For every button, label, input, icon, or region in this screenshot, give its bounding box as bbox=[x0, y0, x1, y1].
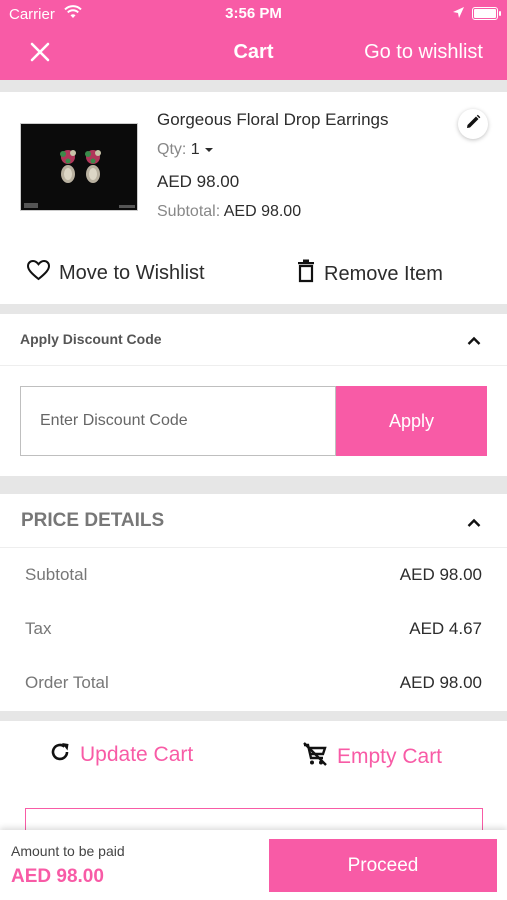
move-to-wishlist-label: Move to Wishlist bbox=[59, 261, 205, 284]
chevron-up-icon[interactable] bbox=[467, 333, 481, 351]
apply-discount-button[interactable]: Apply bbox=[336, 386, 487, 456]
clock: 3:56 PM bbox=[225, 5, 282, 22]
caret-down-icon bbox=[204, 141, 214, 158]
cart-item: Gorgeous Floral Drop Earrings Qty: 1 AED… bbox=[0, 92, 507, 304]
price-row-subtotal: Subtotal AED 98.00 bbox=[0, 548, 507, 602]
empty-cart-button[interactable]: Empty Cart bbox=[302, 741, 442, 773]
subtotal-label: Subtotal: bbox=[157, 203, 221, 220]
product-name[interactable]: Gorgeous Floral Drop Earrings bbox=[157, 110, 388, 130]
remove-item-label: Remove Item bbox=[324, 262, 443, 285]
remove-item-button[interactable]: Remove Item bbox=[296, 259, 443, 289]
amount-label: Amount to be paid bbox=[11, 843, 125, 859]
refresh-icon bbox=[49, 741, 80, 769]
price-row-order-total: Order Total AED 98.00 bbox=[0, 656, 507, 710]
location-arrow-icon bbox=[452, 6, 465, 23]
product-price: AED 98.00 bbox=[157, 172, 240, 191]
cart-remove-icon bbox=[302, 741, 337, 773]
price-details-header[interactable]: PRICE DETAILS bbox=[0, 494, 507, 548]
heart-icon bbox=[26, 259, 59, 287]
amount-value: AED 98.00 bbox=[11, 866, 104, 887]
go-to-wishlist-link[interactable]: Go to wishlist bbox=[364, 41, 483, 64]
qty-label: Qty: bbox=[157, 141, 187, 158]
divider bbox=[0, 711, 507, 721]
price-details-label: PRICE DETAILS bbox=[21, 510, 165, 531]
divider bbox=[0, 304, 507, 314]
price-row-value: AED 98.00 bbox=[399, 565, 482, 584]
battery-icon bbox=[472, 7, 501, 20]
price-row-value: AED 4.67 bbox=[409, 619, 482, 638]
quantity-selector[interactable]: Qty: 1 bbox=[157, 141, 214, 159]
price-row-label: Tax bbox=[25, 619, 52, 638]
divider bbox=[0, 80, 507, 92]
discount-header-label: Apply Discount Code bbox=[20, 331, 162, 347]
empty-cart-label: Empty Cart bbox=[337, 745, 443, 768]
qty-value: 1 bbox=[190, 141, 200, 158]
update-cart-button[interactable]: Update Cart bbox=[49, 741, 193, 769]
proceed-button[interactable]: Proceed bbox=[269, 839, 497, 892]
pencil-icon bbox=[465, 114, 481, 135]
move-to-wishlist-button[interactable]: Move to Wishlist bbox=[26, 259, 205, 287]
price-row-label: Order Total bbox=[25, 673, 109, 692]
item-subtotal: Subtotal: AED 98.00 bbox=[157, 203, 301, 221]
update-cart-label: Update Cart bbox=[80, 743, 194, 766]
price-row-value: AED 98.00 bbox=[399, 673, 482, 692]
divider bbox=[0, 476, 507, 494]
navigation-bar: Cart Go to wishlist bbox=[0, 28, 507, 80]
product-image[interactable] bbox=[20, 123, 138, 211]
status-bar: Carrier 3:56 PM bbox=[0, 0, 507, 28]
subtotal-value: AED 98.00 bbox=[223, 203, 302, 220]
discount-code-input[interactable] bbox=[20, 386, 336, 456]
trash-icon bbox=[296, 259, 324, 289]
discount-section-header[interactable]: Apply Discount Code bbox=[0, 314, 507, 366]
edit-item-button[interactable] bbox=[458, 109, 488, 139]
top-bar: Carrier 3:56 PM Cart Go to wishlist bbox=[0, 0, 507, 80]
checkout-bar: Amount to be paid AED 98.00 Proceed bbox=[0, 830, 507, 900]
price-row-label: Subtotal bbox=[25, 565, 88, 584]
chevron-up-icon[interactable] bbox=[467, 515, 481, 533]
price-row-tax: Tax AED 4.67 bbox=[0, 602, 507, 656]
